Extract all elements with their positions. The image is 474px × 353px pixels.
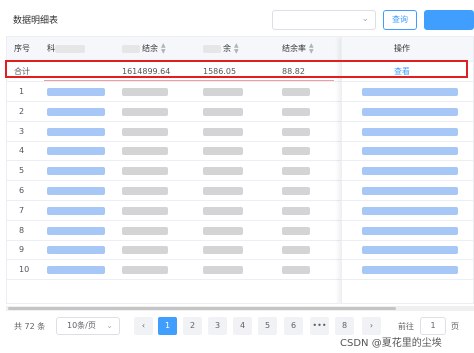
goto-label: 前往: [398, 322, 414, 331]
blurred-rate: [282, 226, 310, 235]
row-index: 10: [19, 265, 30, 275]
blurred-header-text: [203, 45, 221, 53]
blurred-remaining: [203, 246, 243, 255]
blurred-remaining: [203, 167, 243, 176]
col-header-subject: 科: [47, 44, 55, 53]
col-header-balance[interactable]: 结余 ▲ ▼: [142, 37, 166, 61]
prev-page-button[interactable]: ‹: [134, 317, 153, 335]
blurred-subject: [47, 147, 105, 156]
blurred-subject: [47, 266, 105, 275]
blurred-balance: [122, 266, 168, 275]
col-header-index: 序号: [14, 44, 30, 53]
page-button-4[interactable]: 4: [233, 317, 252, 335]
page-button-2[interactable]: 2: [183, 317, 202, 335]
page-button-3[interactable]: 3: [208, 317, 227, 335]
chevron-left-icon: ‹: [141, 321, 146, 330]
highlight-box: [5, 60, 468, 78]
blurred-remaining: [203, 88, 243, 96]
blurred-subject: [47, 127, 105, 136]
blurred-balance: [122, 246, 168, 255]
primary-button[interactable]: [424, 10, 474, 30]
blurred-rate: [282, 147, 310, 156]
blurred-remaining: [203, 147, 243, 156]
page-size-select[interactable]: 10条/页 ⌄: [56, 317, 120, 335]
sort-icon[interactable]: ▲ ▼: [309, 42, 314, 55]
col-header-balance-label: 结余: [142, 44, 158, 53]
chevron-right-icon: ›: [369, 321, 374, 330]
row-index: 2: [19, 106, 25, 116]
sort-icon[interactable]: ▲ ▼: [161, 42, 166, 55]
page-button-5[interactable]: 5: [258, 317, 277, 335]
row-index: 9: [19, 245, 25, 255]
page-button-8[interactable]: 8: [335, 317, 354, 335]
blurred-rate: [282, 206, 310, 215]
row-index: 8: [19, 225, 25, 235]
blurred-balance: [122, 206, 168, 215]
col-header-rate-label: 结余率: [282, 44, 306, 53]
page-button-1[interactable]: 1: [158, 317, 177, 335]
blurred-subject: [47, 187, 105, 195]
blurred-balance: [122, 127, 168, 136]
blurred-rate: [282, 107, 310, 116]
row-index: 7: [19, 205, 25, 215]
page-title: 数据明细表: [13, 16, 59, 26]
blurred-remaining: [203, 127, 243, 136]
blurred-subject: [47, 226, 105, 235]
chevron-down-icon: ⌄: [106, 321, 113, 330]
blurred-subject: [47, 88, 105, 96]
row-index: 5: [19, 166, 25, 176]
row-index: 3: [19, 126, 25, 136]
blurred-remaining: [203, 226, 243, 235]
page-button-6[interactable]: 6: [284, 317, 303, 335]
row-index: 1: [19, 87, 25, 96]
blurred-remaining: [203, 206, 243, 215]
next-page-button[interactable]: ›: [362, 317, 381, 335]
page-size-value: 10条/页: [67, 321, 96, 330]
toolbar: 数据明细表 ⌄ 查询: [0, 0, 474, 36]
filter-select[interactable]: ⌄: [272, 10, 376, 30]
blurred-balance: [122, 187, 168, 195]
sort-icon[interactable]: ▲ ▼: [234, 42, 239, 55]
blurred-rate: [282, 88, 310, 96]
goto-page-input[interactable]: 1: [420, 317, 446, 335]
blurred-remaining: [203, 266, 243, 275]
watermark: CSDN @夏花里的尘埃: [340, 338, 442, 349]
blurred-remaining: [203, 107, 243, 116]
goto-suffix: 页: [451, 322, 459, 331]
col-header-rate[interactable]: 结余率 ▲ ▼: [282, 37, 314, 61]
annotation-line: [44, 80, 334, 81]
blurred-header-text: [122, 45, 140, 53]
blurred-subject: [47, 206, 105, 215]
chevron-down-icon: ⌄: [361, 14, 369, 24]
total-count: 共 72 条: [14, 322, 46, 331]
blurred-rate: [282, 187, 310, 195]
blurred-remaining: [203, 187, 243, 195]
query-button[interactable]: 查询: [383, 10, 417, 30]
blurred-rate: [282, 167, 310, 176]
blurred-rate: [282, 246, 310, 255]
more-pages-button[interactable]: •••: [310, 317, 329, 335]
blurred-subject: [47, 167, 105, 176]
blurred-rate: [282, 266, 310, 275]
col-header-remaining[interactable]: 余 ▲ ▼: [223, 37, 239, 61]
col-header-remaining-label: 余: [223, 44, 231, 53]
blurred-header-text: [55, 45, 85, 53]
blurred-balance: [122, 226, 168, 235]
blurred-balance: [122, 107, 168, 116]
blurred-subject: [47, 107, 105, 116]
scrollbar-thumb[interactable]: [8, 307, 396, 310]
blurred-balance: [122, 88, 168, 96]
row-index: 4: [19, 146, 25, 156]
row-index: 6: [19, 186, 25, 195]
horizontal-scrollbar[interactable]: [6, 306, 474, 311]
blurred-balance: [122, 167, 168, 176]
blurred-balance: [122, 147, 168, 156]
blurred-subject: [47, 246, 105, 255]
blurred-rate: [282, 127, 310, 136]
